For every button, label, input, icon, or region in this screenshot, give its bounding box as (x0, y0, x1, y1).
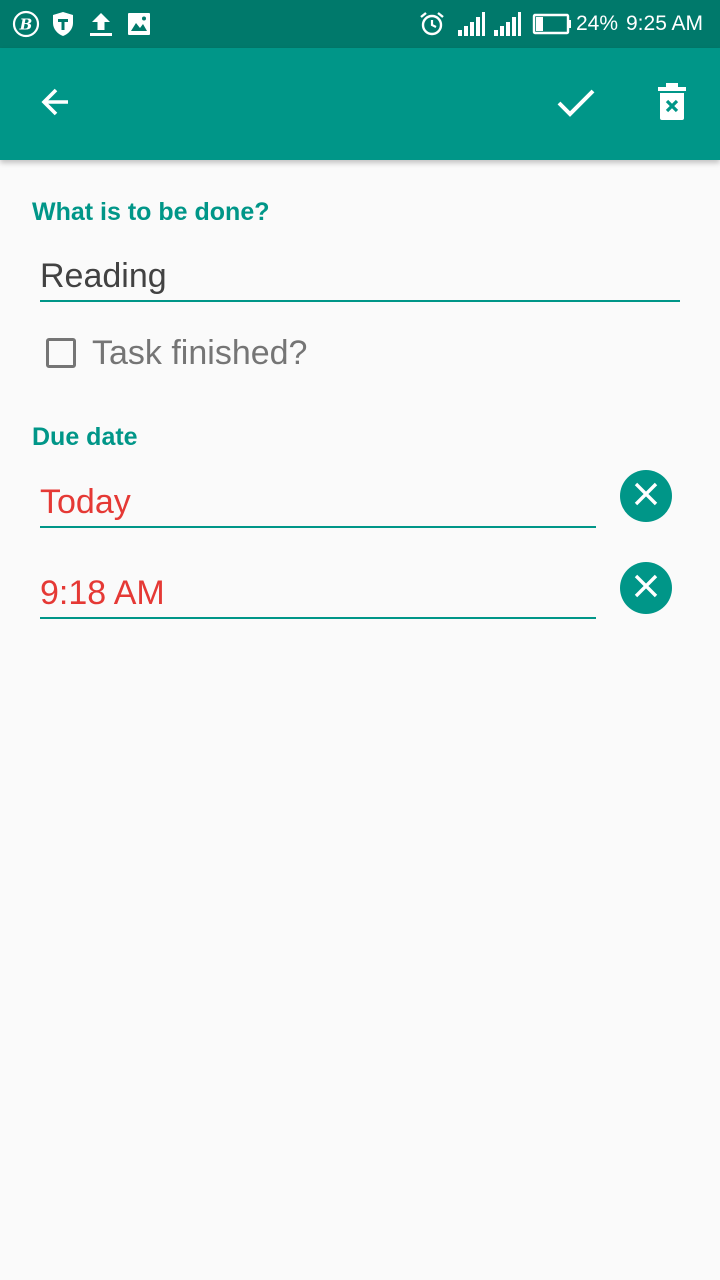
due-time-value: 9:18 AM (40, 574, 165, 612)
signal-icon (456, 10, 485, 38)
clear-date-button[interactable] (620, 470, 672, 522)
battery-percent: 24% (576, 12, 619, 35)
status-time: 9:25 AM (626, 12, 704, 35)
b-app-icon: B (12, 10, 40, 38)
battery-icon (532, 10, 574, 38)
checkbox-box[interactable] (46, 338, 76, 368)
task-finished-checkbox[interactable]: Task finished? (46, 334, 307, 372)
due-date-value: Today (40, 483, 131, 521)
upload-icon (88, 10, 116, 38)
signal-icon (492, 10, 521, 38)
alarm-icon (418, 10, 446, 38)
task-title-value: Reading (40, 257, 167, 295)
app-toolbar (0, 48, 720, 160)
due-date-field[interactable]: Today (40, 482, 596, 528)
image-icon (126, 10, 154, 38)
svg-text:B: B (19, 16, 33, 34)
close-icon (632, 572, 660, 605)
due-time-field[interactable]: 9:18 AM (40, 573, 596, 619)
task-section-label: What is to be done? (32, 198, 270, 226)
delete-icon (656, 82, 688, 127)
close-icon (632, 480, 660, 513)
back-button[interactable] (28, 76, 84, 132)
shield-icon (50, 10, 78, 38)
status-bar: B 24% 9:25 AM (0, 0, 720, 48)
confirm-button[interactable] (548, 76, 604, 132)
delete-button[interactable] (644, 76, 700, 132)
due-date-section-label: Due date (32, 423, 138, 451)
clear-time-button[interactable] (620, 562, 672, 614)
task-title-field[interactable]: Reading (40, 256, 680, 302)
arrow-back-icon (38, 84, 74, 125)
task-finished-label: Task finished? (92, 333, 308, 372)
check-icon (556, 82, 596, 127)
